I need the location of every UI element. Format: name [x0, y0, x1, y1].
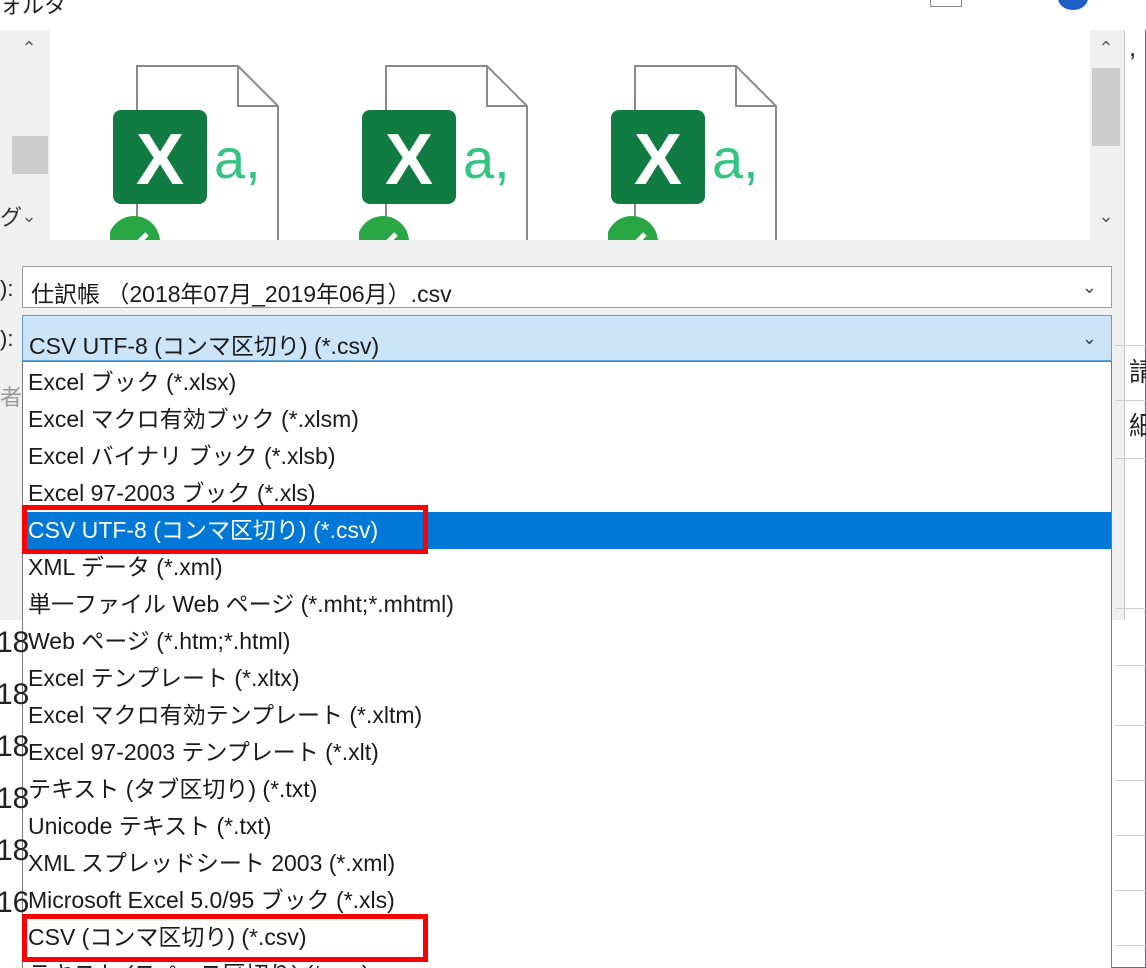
background-sheet-rows: 18 18 18 18 18 16	[0, 620, 29, 968]
excel-x-letter: X	[385, 120, 433, 200]
help-icon[interactable]	[1058, 0, 1088, 10]
excel-csv-file-icon: Xa,	[606, 65, 777, 240]
sheet-grid-line	[1115, 665, 1146, 666]
csv-text-glyph: a,	[712, 127, 759, 190]
sheet-grid-line	[1115, 345, 1146, 346]
sheet-grid-line	[1115, 945, 1146, 946]
file-type-option[interactable]: Excel ブック (*.xlsx)	[23, 364, 1111, 401]
sheet-grid-line	[1115, 890, 1146, 891]
excel-x-letter: X	[136, 120, 184, 200]
file-type-option[interactable]: Web ページ (*.htm;*.html)	[23, 623, 1111, 660]
file-type-option[interactable]: テキスト (タブ区切り) (*.txt)	[23, 771, 1111, 808]
excel-x-letter: X	[634, 120, 682, 200]
sheet-cell-fragment: ,	[1129, 32, 1137, 62]
file-type-option[interactable]: Excel バイナリ ブック (*.xlsb)	[23, 438, 1111, 475]
sheet-cell-fragment: 細	[1129, 411, 1146, 441]
window-title-fragment: ォルタ	[0, 0, 67, 18]
chevron-down-icon[interactable]: ⌄	[1082, 328, 1097, 349]
sheet-row-number: 18	[0, 782, 30, 815]
csv-file-item[interactable]: Xa,	[357, 64, 559, 240]
file-name-combobox[interactable]: 仕訳帳 （2018年07月_2019年06月）.csv ⌄	[22, 266, 1112, 308]
highlight-box-csv-utf8	[22, 505, 428, 554]
file-type-option[interactable]: Excel 97-2003 テンプレート (*.xlt)	[23, 734, 1111, 771]
title-bar: ォルタ	[0, 0, 1146, 30]
sheet-row-number: 18	[0, 678, 30, 711]
side-label-fragment: グ	[0, 205, 23, 230]
sheet-grid-line	[1115, 725, 1146, 726]
scroll-up-icon[interactable]: ⌃	[10, 38, 48, 59]
csv-text-glyph: a,	[463, 127, 510, 190]
file-type-option[interactable]: 単一ファイル Web ページ (*.mht;*.mhtml)	[23, 586, 1111, 623]
file-type-select[interactable]: CSV UTF-8 (コンマ区切り) (*.csv) ⌄	[22, 315, 1112, 361]
background-sheet-right: 請細,	[1115, 32, 1146, 968]
highlight-box-csv	[22, 914, 428, 962]
scroll-thumb[interactable]	[1092, 68, 1120, 146]
file-type-option[interactable]: XML スプレッドシート 2003 (*.xml)	[23, 845, 1111, 882]
scroll-thumb[interactable]	[12, 136, 48, 174]
file-type-option[interactable]: XML データ (*.xml)	[23, 549, 1111, 586]
file-type-option[interactable]: Excel テンプレート (*.xltx)	[23, 660, 1111, 697]
file-type-label: ):	[0, 326, 14, 351]
file-view: Xa, Xa, Xa,	[50, 30, 1090, 240]
sheet-cell-fragment: 請	[1129, 357, 1146, 387]
csv-text-glyph: a,	[214, 127, 261, 190]
sheet-grid-line	[1115, 608, 1146, 609]
file-type-option[interactable]: Excel マクロ有効テンプレート (*.xltm)	[23, 697, 1111, 734]
file-type-option[interactable]: Excel マクロ有効ブック (*.xlsm)	[23, 401, 1111, 438]
excel-csv-file-icon: Xa,	[357, 65, 528, 240]
excel-csv-file-icon: Xa,	[108, 65, 279, 240]
file-name-value[interactable]: 仕訳帳 （2018年07月_2019年06月）.csv	[31, 275, 452, 309]
sheet-row-number: 18	[0, 730, 30, 763]
chevron-down-icon[interactable]: ⌄	[1082, 277, 1097, 298]
minimize-icon[interactable]	[930, 0, 962, 7]
scroll-up-icon[interactable]: ⌃	[1090, 38, 1122, 59]
csv-file-item[interactable]: Xa,	[606, 64, 808, 240]
file-type-option[interactable]: Unicode テキスト (*.txt)	[23, 808, 1111, 845]
sheet-grid-line	[1115, 400, 1146, 401]
sheet-grid-line	[1115, 780, 1146, 781]
csv-file-item[interactable]: Xa,	[108, 64, 310, 240]
file-type-dropdown-list[interactable]: Excel ブック (*.xlsx) Excel マクロ有効ブック (*.xlsm…	[22, 361, 1112, 968]
sheet-row-number: 18	[0, 834, 30, 867]
sheet-grid-line	[1115, 835, 1146, 836]
file-type-value[interactable]: CSV UTF-8 (コンマ区切り) (*.csv)	[29, 327, 379, 361]
file-name-label: ):	[0, 276, 14, 301]
sheet-grid-line	[1115, 458, 1146, 459]
sheet-row-number: 18	[0, 626, 30, 659]
